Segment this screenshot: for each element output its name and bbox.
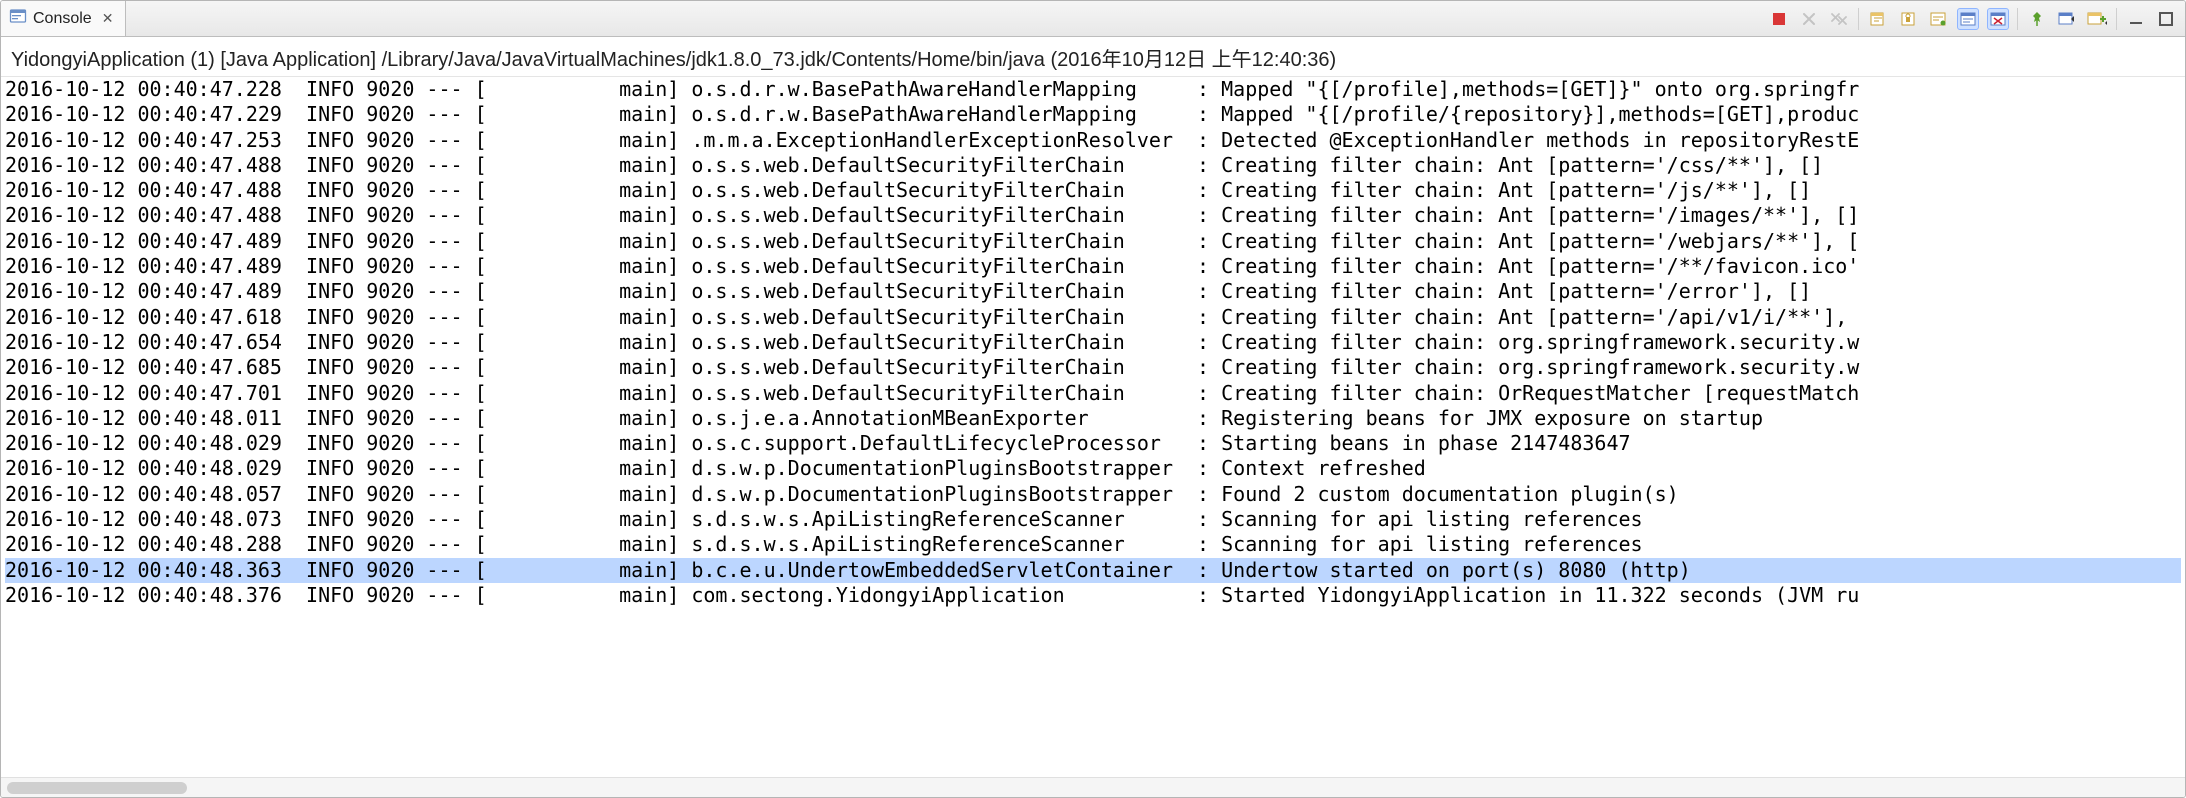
log-line[interactable]: 2016-10-12 00:40:47.618 INFO 9020 --- [ … — [5, 305, 2181, 330]
close-icon[interactable]: ✕ — [98, 10, 118, 27]
stop-icon[interactable] — [1768, 8, 1790, 30]
log-line[interactable]: 2016-10-12 00:40:48.057 INFO 9020 --- [ … — [5, 482, 2181, 507]
log-line[interactable]: 2016-10-12 00:40:48.363 INFO 9020 --- [ … — [5, 558, 2181, 583]
log-line[interactable]: 2016-10-12 00:40:47.253 INFO 9020 --- [ … — [5, 128, 2181, 153]
log-line[interactable]: 2016-10-12 00:40:48.288 INFO 9020 --- [ … — [5, 532, 2181, 557]
log-line[interactable]: 2016-10-12 00:40:47.228 INFO 9020 --- [ … — [5, 77, 2181, 102]
display-tab-icon[interactable] — [2056, 8, 2078, 30]
console-toolbar — [1760, 1, 2185, 36]
log-line[interactable]: 2016-10-12 00:40:47.489 INFO 9020 --- [ … — [5, 254, 2181, 279]
log-line[interactable]: 2016-10-12 00:40:47.488 INFO 9020 --- [ … — [5, 153, 2181, 178]
toolbar-separator — [2116, 8, 2117, 30]
process-description: YidongyiApplication (1) [Java Applicatio… — [1, 37, 2185, 77]
console-icon — [9, 7, 27, 30]
log-line[interactable]: 2016-10-12 00:40:47.654 INFO 9020 --- [ … — [5, 330, 2181, 355]
maximize-icon[interactable] — [2155, 8, 2177, 30]
remove-launch-icon[interactable] — [1798, 8, 1820, 30]
new-console-icon[interactable] — [2086, 8, 2108, 30]
word-wrap-icon[interactable] — [1927, 8, 1949, 30]
tab-spacer — [126, 1, 1760, 36]
log-line[interactable]: 2016-10-12 00:40:48.011 INFO 9020 --- [ … — [5, 406, 2181, 431]
log-line[interactable]: 2016-10-12 00:40:47.488 INFO 9020 --- [ … — [5, 203, 2181, 228]
log-line[interactable]: 2016-10-12 00:40:47.685 INFO 9020 --- [ … — [5, 355, 2181, 380]
log-line[interactable]: 2016-10-12 00:40:47.701 INFO 9020 --- [ … — [5, 381, 2181, 406]
console-output-scroll[interactable]: 2016-10-12 00:40:47.228 INFO 9020 --- [ … — [1, 77, 2185, 777]
scrollbar-thumb[interactable] — [7, 782, 187, 794]
log-line[interactable]: 2016-10-12 00:40:48.029 INFO 9020 --- [ … — [5, 431, 2181, 456]
console-tab-label: Console — [33, 10, 92, 28]
show-whitespace-icon[interactable] — [1957, 8, 1979, 30]
log-line[interactable]: 2016-10-12 00:40:47.488 INFO 9020 --- [ … — [5, 178, 2181, 203]
clear-icon[interactable] — [1867, 8, 1889, 30]
toggle-word-wrap-icon[interactable] — [1987, 8, 2009, 30]
log-line[interactable]: 2016-10-12 00:40:48.029 INFO 9020 --- [ … — [5, 456, 2181, 481]
toolbar-separator — [1858, 8, 1859, 30]
console-view: Console ✕ YidongyiApplication (1) [Java … — [0, 0, 2186, 798]
horizontal-scrollbar[interactable] — [1, 777, 2185, 797]
console-tab[interactable]: Console ✕ — [1, 1, 126, 36]
remove-all-icon[interactable] — [1828, 8, 1850, 30]
tab-bar: Console ✕ — [1, 1, 2185, 37]
console-output[interactable]: 2016-10-12 00:40:47.228 INFO 9020 --- [ … — [1, 77, 2185, 612]
log-line[interactable]: 2016-10-12 00:40:47.489 INFO 9020 --- [ … — [5, 279, 2181, 304]
log-line[interactable]: 2016-10-12 00:40:47.229 INFO 9020 --- [ … — [5, 102, 2181, 127]
minimize-icon[interactable] — [2125, 8, 2147, 30]
log-line[interactable]: 2016-10-12 00:40:48.376 INFO 9020 --- [ … — [5, 583, 2181, 608]
scroll-lock-icon[interactable] — [1897, 8, 1919, 30]
log-line[interactable]: 2016-10-12 00:40:48.073 INFO 9020 --- [ … — [5, 507, 2181, 532]
toolbar-separator — [2017, 8, 2018, 30]
log-line[interactable]: 2016-10-12 00:40:47.489 INFO 9020 --- [ … — [5, 229, 2181, 254]
pin-icon[interactable] — [2026, 8, 2048, 30]
